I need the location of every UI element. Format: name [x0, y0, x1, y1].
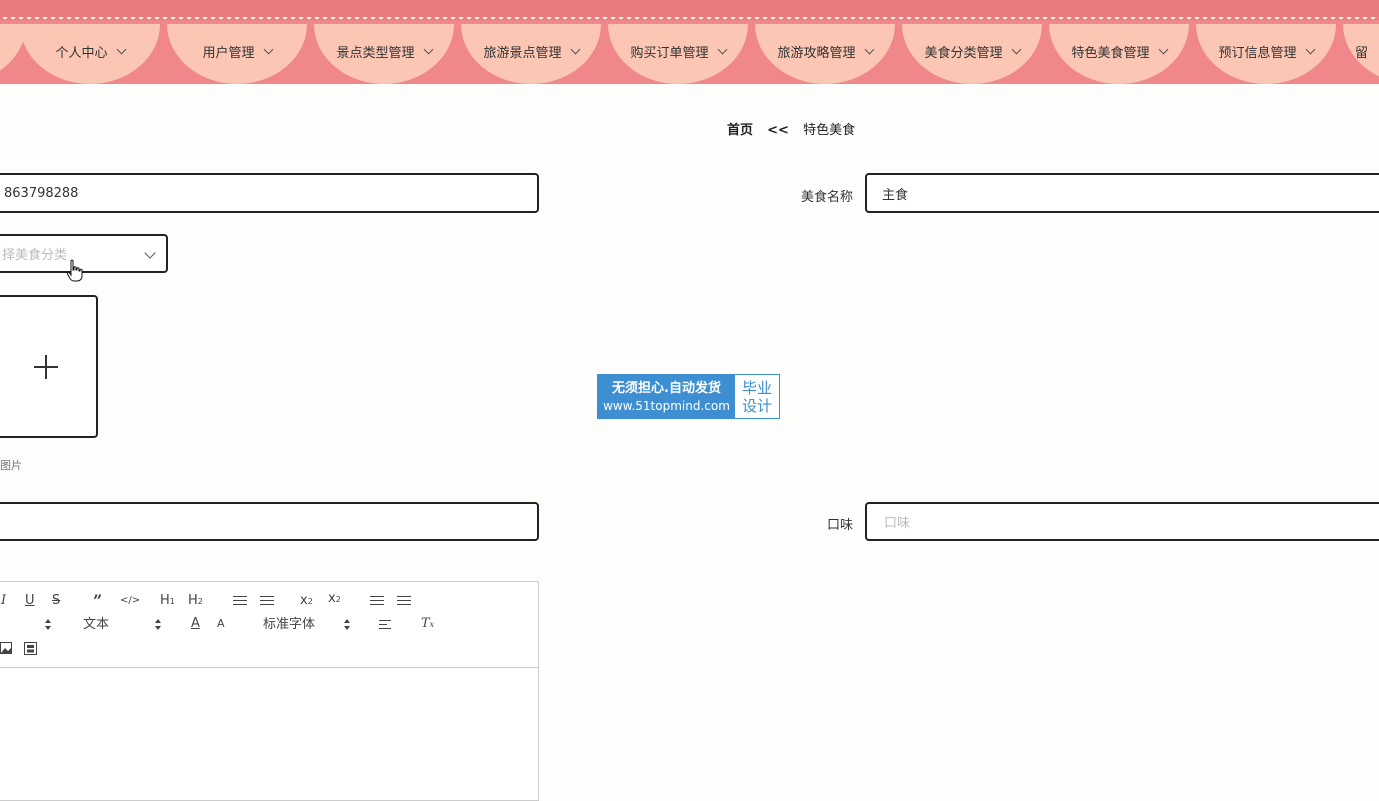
taste-placeholder: 口味	[884, 516, 911, 531]
nav-item-scenic-spot-management[interactable]: 旅游景点管理	[461, 24, 601, 84]
font-family-picker[interactable]: 标准字体	[263, 618, 315, 632]
code-input[interactable]: 863798288	[0, 173, 539, 213]
bullet-list-icon[interactable]	[260, 593, 274, 608]
upload-tip: 图片	[0, 459, 22, 472]
plus-icon	[34, 354, 58, 379]
chevron-down-icon	[570, 44, 580, 54]
text-type-picker[interactable]: 文本	[83, 618, 109, 632]
watermark-right2: 设计	[741, 396, 772, 415]
taste-label: 口味	[826, 518, 853, 533]
editor-content-area[interactable]	[0, 669, 538, 800]
food-category-placeholder: 择美食分类	[2, 248, 68, 263]
nav-item-order-management[interactable]: 购买订单管理	[608, 24, 748, 84]
nav-item-label: 购买订单管理	[630, 45, 709, 61]
nav-item-personal-center[interactable]: 个人中心	[20, 24, 160, 84]
nav-item-reservation-management[interactable]: 预订信息管理	[1196, 24, 1336, 84]
align-icon[interactable]	[379, 617, 391, 632]
nav-item-label: 景点类型管理	[336, 45, 415, 61]
blockquote-icon[interactable]: ”	[93, 593, 102, 609]
editor-toolbar: I U S ” </> H1 H2 x2 x2 文本 A A 标准字体 Tx	[0, 582, 538, 668]
food-name-label: 美食名称	[800, 190, 853, 205]
chevron-down-icon	[144, 247, 156, 259]
nav-item-label: 美食分类管理	[924, 45, 1003, 61]
nav-item-user-management[interactable]: 用户管理	[167, 24, 307, 84]
food-category-select[interactable]: 择美食分类	[0, 234, 168, 273]
image-icon[interactable]	[0, 642, 12, 654]
nav-item-label: 旅游攻略管理	[777, 45, 856, 61]
nav-item-food-category-management[interactable]: 美食分类管理	[902, 24, 1042, 84]
top-navigation: 个人中心 用户管理 景点类型管理 旅游景点管理 购买订单管理 旅游攻略管理 美食…	[0, 0, 1379, 84]
breadcrumb-home[interactable]: 首页	[727, 123, 753, 138]
header1-icon[interactable]: H1	[160, 594, 175, 609]
breadcrumb: 首页 << 特色美食	[727, 119, 855, 138]
nav-item-travel-guide-management[interactable]: 旅游攻略管理	[755, 24, 895, 84]
size-picker-arrows-icon[interactable]	[45, 619, 51, 631]
code-block-icon[interactable]: </>	[120, 594, 140, 608]
food-name-value: 主食	[882, 187, 909, 203]
image-upload-box[interactable]	[0, 295, 98, 438]
taste-input[interactable]: 口味	[865, 502, 1379, 541]
food-name-input[interactable]: 主食	[865, 173, 1379, 213]
breadcrumb-separator: <<	[767, 123, 789, 138]
nav-item-label: 用户管理	[202, 45, 255, 61]
chevron-down-icon	[717, 44, 727, 54]
watermark-right1: 毕业	[741, 378, 772, 397]
chevron-down-icon	[864, 44, 874, 54]
nav-item-partial-right[interactable]: 留	[1343, 24, 1379, 84]
outdent-icon[interactable]	[370, 593, 384, 608]
chevron-down-icon	[423, 44, 433, 54]
nav-item-special-food-management[interactable]: 特色美食管理	[1049, 24, 1189, 84]
watermark-line2: www.51topmind.com	[603, 398, 730, 413]
nav-item-label: 特色美食管理	[1071, 45, 1150, 61]
text-type-arrows-icon[interactable]	[155, 619, 161, 631]
chevron-down-icon	[263, 44, 273, 54]
font-family-arrows-icon[interactable]	[344, 619, 350, 631]
nav-item-scenic-type-management[interactable]: 景点类型管理	[314, 24, 454, 84]
chevron-down-icon	[1158, 44, 1168, 54]
header2-icon[interactable]: H2	[188, 594, 203, 609]
rich-text-editor[interactable]: I U S ” </> H1 H2 x2 x2 文本 A A 标准字体 Tx	[0, 581, 539, 801]
clear-format-icon[interactable]: Tx	[421, 617, 434, 632]
watermark-logo: 无须担心.自动发货 www.51topmind.com 毕业 设计	[597, 374, 780, 419]
chevron-down-icon	[1305, 44, 1315, 54]
subscript-icon[interactable]: x2	[300, 594, 313, 609]
background-color-icon[interactable]: A	[217, 617, 225, 631]
font-color-icon[interactable]: A	[191, 617, 200, 631]
chevron-down-icon	[116, 44, 126, 54]
chevron-down-icon	[1011, 44, 1021, 54]
breadcrumb-current: 特色美食	[803, 123, 856, 138]
ordered-list-icon[interactable]	[233, 593, 247, 608]
hand-cursor-icon	[66, 259, 83, 282]
strikethrough-icon[interactable]: S	[52, 594, 60, 608]
watermark-line1: 无须担心.自动发货	[612, 380, 721, 396]
underline-icon[interactable]: U	[25, 594, 35, 608]
nav-item-label: 留	[1355, 45, 1369, 61]
nav-item-label: 个人中心	[55, 45, 108, 61]
unlabeled-input[interactable]	[0, 502, 539, 541]
nav-item-label: 旅游景点管理	[483, 45, 562, 61]
indent-icon[interactable]	[397, 593, 411, 608]
code-input-value: 863798288	[4, 185, 79, 201]
superscript-icon[interactable]: x2	[328, 592, 341, 607]
nav-item-label: 预订信息管理	[1218, 45, 1297, 61]
video-icon[interactable]	[24, 642, 37, 655]
italic-icon[interactable]: I	[1, 594, 6, 608]
